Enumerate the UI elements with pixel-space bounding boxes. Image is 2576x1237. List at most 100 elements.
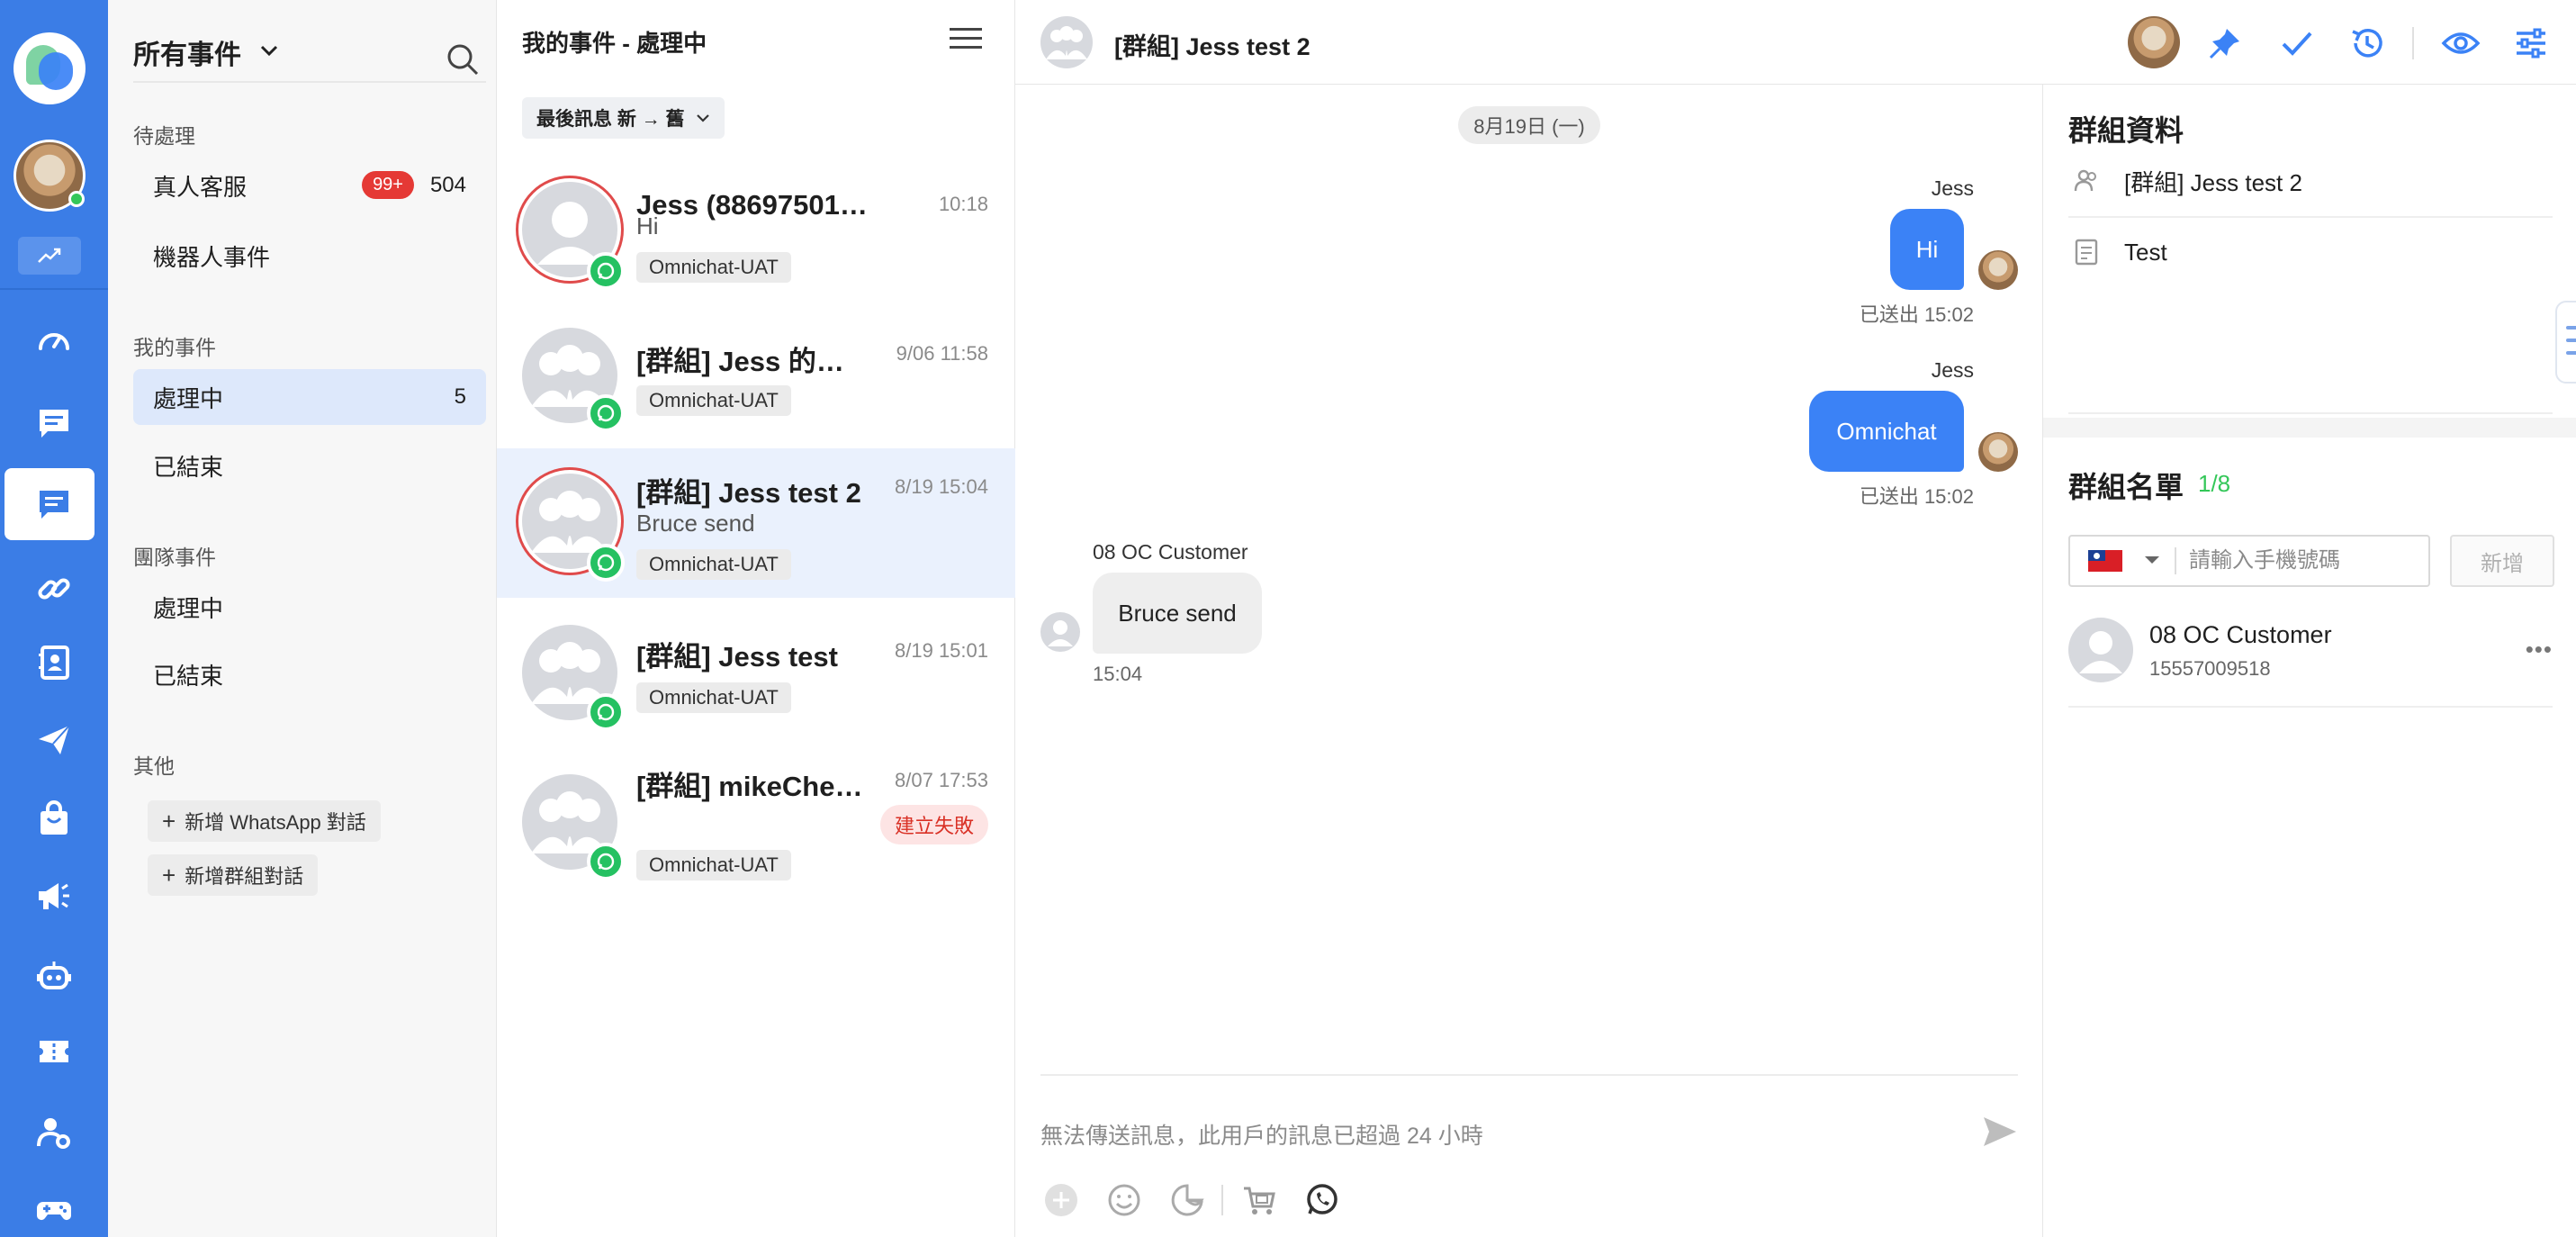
customer-avatar bbox=[1040, 612, 1080, 652]
rail-top bbox=[0, 0, 108, 290]
panel-toggle-handle[interactable] bbox=[2555, 301, 2576, 384]
nav-item-team-processing[interactable]: 處理中 bbox=[133, 579, 486, 635]
conversation-time: 8/07 17:53 bbox=[895, 769, 988, 791]
group-people-icon bbox=[2068, 167, 2104, 194]
send-icon[interactable] bbox=[1981, 1113, 2019, 1155]
sticker-icon[interactable] bbox=[1166, 1179, 1208, 1221]
dashboard-icon[interactable] bbox=[0, 304, 108, 376]
members-count: 1/8 bbox=[2198, 470, 2231, 497]
member-avatar bbox=[2068, 618, 2133, 682]
link-icon[interactable] bbox=[0, 553, 108, 625]
nav-item-mine-closed[interactable]: 已結束 bbox=[133, 438, 486, 493]
menu-icon[interactable] bbox=[950, 25, 982, 57]
member-row[interactable]: 08 OC Customer 15557009518 ••• bbox=[2068, 610, 2553, 708]
date-divider: 8月19日 (一) bbox=[1458, 106, 1600, 144]
more-options-icon[interactable]: ••• bbox=[2526, 636, 2553, 664]
chat-area: [群組] Jess test 2 8月19日 (一) Jess Hi 已送出 1… bbox=[1015, 0, 2576, 1237]
pin-icon[interactable] bbox=[2202, 20, 2248, 67]
nav-item-label: 已結束 bbox=[153, 453, 224, 481]
broadcast-send-icon[interactable] bbox=[0, 704, 108, 776]
caret-down-icon[interactable] bbox=[2144, 553, 2160, 569]
conversation-time: 8/19 15:04 bbox=[895, 475, 988, 498]
brand-logo[interactable] bbox=[14, 32, 86, 104]
conversation-item[interactable]: Jess (886975012… 10:18 Hi Omnichat-UAT bbox=[497, 162, 1015, 312]
chevron-down-icon[interactable] bbox=[259, 44, 279, 61]
ticket-icon[interactable] bbox=[0, 1016, 108, 1088]
whatsapp-template-icon[interactable] bbox=[1302, 1179, 1343, 1221]
nav-item-mine-processing[interactable]: 處理中 5 bbox=[133, 369, 486, 425]
whatsapp-icon bbox=[587, 693, 625, 731]
chat-title: [群組] Jess test 2 bbox=[1114, 33, 1311, 60]
group-name-row[interactable]: [群組] Jess test 2 bbox=[2068, 146, 2553, 218]
conversation-preview: Bruce send bbox=[636, 510, 755, 537]
group-description-row[interactable]: Test bbox=[2068, 216, 2553, 288]
search-icon[interactable] bbox=[445, 41, 481, 82]
eye-icon[interactable] bbox=[2437, 20, 2484, 67]
group-info-title: 群組資料 bbox=[2068, 114, 2184, 147]
member-name: 08 OC Customer bbox=[2149, 621, 2332, 648]
new-group-chat-button[interactable]: + 新增群組對話 bbox=[148, 854, 319, 896]
divider bbox=[2068, 412, 2553, 414]
message-bubble-incoming[interactable]: Bruce send bbox=[1093, 573, 1262, 654]
new-whatsapp-chat-button[interactable]: + 新增 WhatsApp 對話 bbox=[148, 800, 381, 842]
plus-icon: + bbox=[162, 807, 176, 835]
quick-reply-cart-icon[interactable] bbox=[1238, 1179, 1280, 1221]
history-icon[interactable] bbox=[2344, 20, 2391, 67]
shop-bag-icon[interactable] bbox=[0, 783, 108, 855]
trend-icon[interactable] bbox=[18, 237, 81, 275]
taiwan-flag-icon[interactable] bbox=[2088, 550, 2122, 572]
robot-icon[interactable] bbox=[0, 940, 108, 1012]
add-member-button[interactable]: 新增 bbox=[2450, 535, 2554, 587]
conversation-name: [群組] mikeChen… bbox=[636, 771, 870, 802]
event-nav-panel: 所有事件 待處理 真人客服 99+ 504 機器人事件 我的事件 處理中 5 已… bbox=[108, 0, 497, 1237]
nav-item-bot-events[interactable]: 機器人事件 bbox=[133, 228, 486, 284]
phone-field bbox=[2068, 535, 2430, 587]
conversation-item-selected[interactable]: [群組] Jess test 2 8/19 15:04 Bruce send O… bbox=[497, 448, 1015, 598]
agent-avatar[interactable] bbox=[14, 140, 86, 212]
group-avatar bbox=[1040, 16, 1093, 68]
status-badge-failed: 建立失敗 bbox=[879, 805, 988, 844]
conversations-icon[interactable] bbox=[0, 468, 108, 540]
phone-number-input[interactable] bbox=[2189, 548, 2414, 573]
icon-rail bbox=[0, 0, 108, 1237]
filter-settings-icon[interactable] bbox=[2508, 20, 2554, 67]
conversation-item[interactable]: [群組] mikeChen… 8/07 17:53 建立失敗 Omnichat-… bbox=[497, 749, 1015, 898]
add-attachment-icon[interactable] bbox=[1040, 1179, 1082, 1221]
message-status: 已送出 15:02 bbox=[1859, 485, 1974, 508]
section-pending-label: 待處理 bbox=[133, 124, 195, 148]
nav-item-label: 處理中 bbox=[153, 384, 224, 412]
unread-badge: 99+ bbox=[362, 171, 414, 199]
channel-tag: Omnichat-UAT bbox=[636, 385, 791, 416]
megaphone-icon[interactable] bbox=[0, 861, 108, 933]
gamepad-icon[interactable] bbox=[0, 1174, 108, 1237]
message-sender: Jess bbox=[1931, 358, 1974, 382]
assignee-avatar[interactable] bbox=[2128, 16, 2180, 68]
nav-item-label: 已結束 bbox=[153, 662, 224, 690]
sort-order-select[interactable]: 最後訊息 新 → 舊 bbox=[522, 97, 725, 139]
emoji-icon[interactable] bbox=[1103, 1179, 1145, 1221]
group-name-value: [群組] Jess test 2 bbox=[2124, 168, 2302, 196]
check-icon[interactable] bbox=[2274, 20, 2320, 67]
nav-title[interactable]: 所有事件 bbox=[133, 32, 241, 72]
conversation-time: 8/19 15:01 bbox=[895, 639, 988, 662]
members-title: 群組名單 bbox=[2068, 471, 2184, 503]
message-bubble-outgoing[interactable]: Hi bbox=[1890, 209, 1964, 290]
nav-item-live-agent[interactable]: 真人客服 99+ 504 bbox=[133, 158, 486, 213]
contacts-book-icon[interactable] bbox=[0, 627, 108, 699]
chat-bubble-icon[interactable] bbox=[0, 387, 108, 459]
agent-settings-icon[interactable] bbox=[0, 1097, 108, 1169]
channel-tag: Omnichat-UAT bbox=[636, 549, 791, 580]
conversation-item[interactable]: [群組] Jess 的群組 9/06 11:58 Omnichat-UAT bbox=[497, 312, 1015, 461]
app: 所有事件 待處理 真人客服 99+ 504 機器人事件 我的事件 處理中 5 已… bbox=[0, 0, 2576, 1237]
section-other-label: 其他 bbox=[133, 754, 175, 778]
nav-item-team-closed[interactable]: 已結束 bbox=[133, 646, 486, 702]
sort-label: 最後訊息 新 → 舊 bbox=[536, 109, 685, 130]
divider bbox=[2412, 27, 2414, 59]
conversation-name: [群組] Jess 的群組 bbox=[636, 346, 870, 377]
message-bubble-outgoing[interactable]: Omnichat bbox=[1809, 391, 1964, 472]
conversation-preview: Hi bbox=[636, 212, 659, 239]
channel-tag: Omnichat-UAT bbox=[636, 850, 791, 880]
conversation-item[interactable]: [群組] Jess test 8/19 15:01 Omnichat-UAT bbox=[497, 598, 1015, 747]
list-title: 我的事件 - 處理中 bbox=[522, 30, 707, 57]
whatsapp-icon bbox=[587, 544, 625, 582]
